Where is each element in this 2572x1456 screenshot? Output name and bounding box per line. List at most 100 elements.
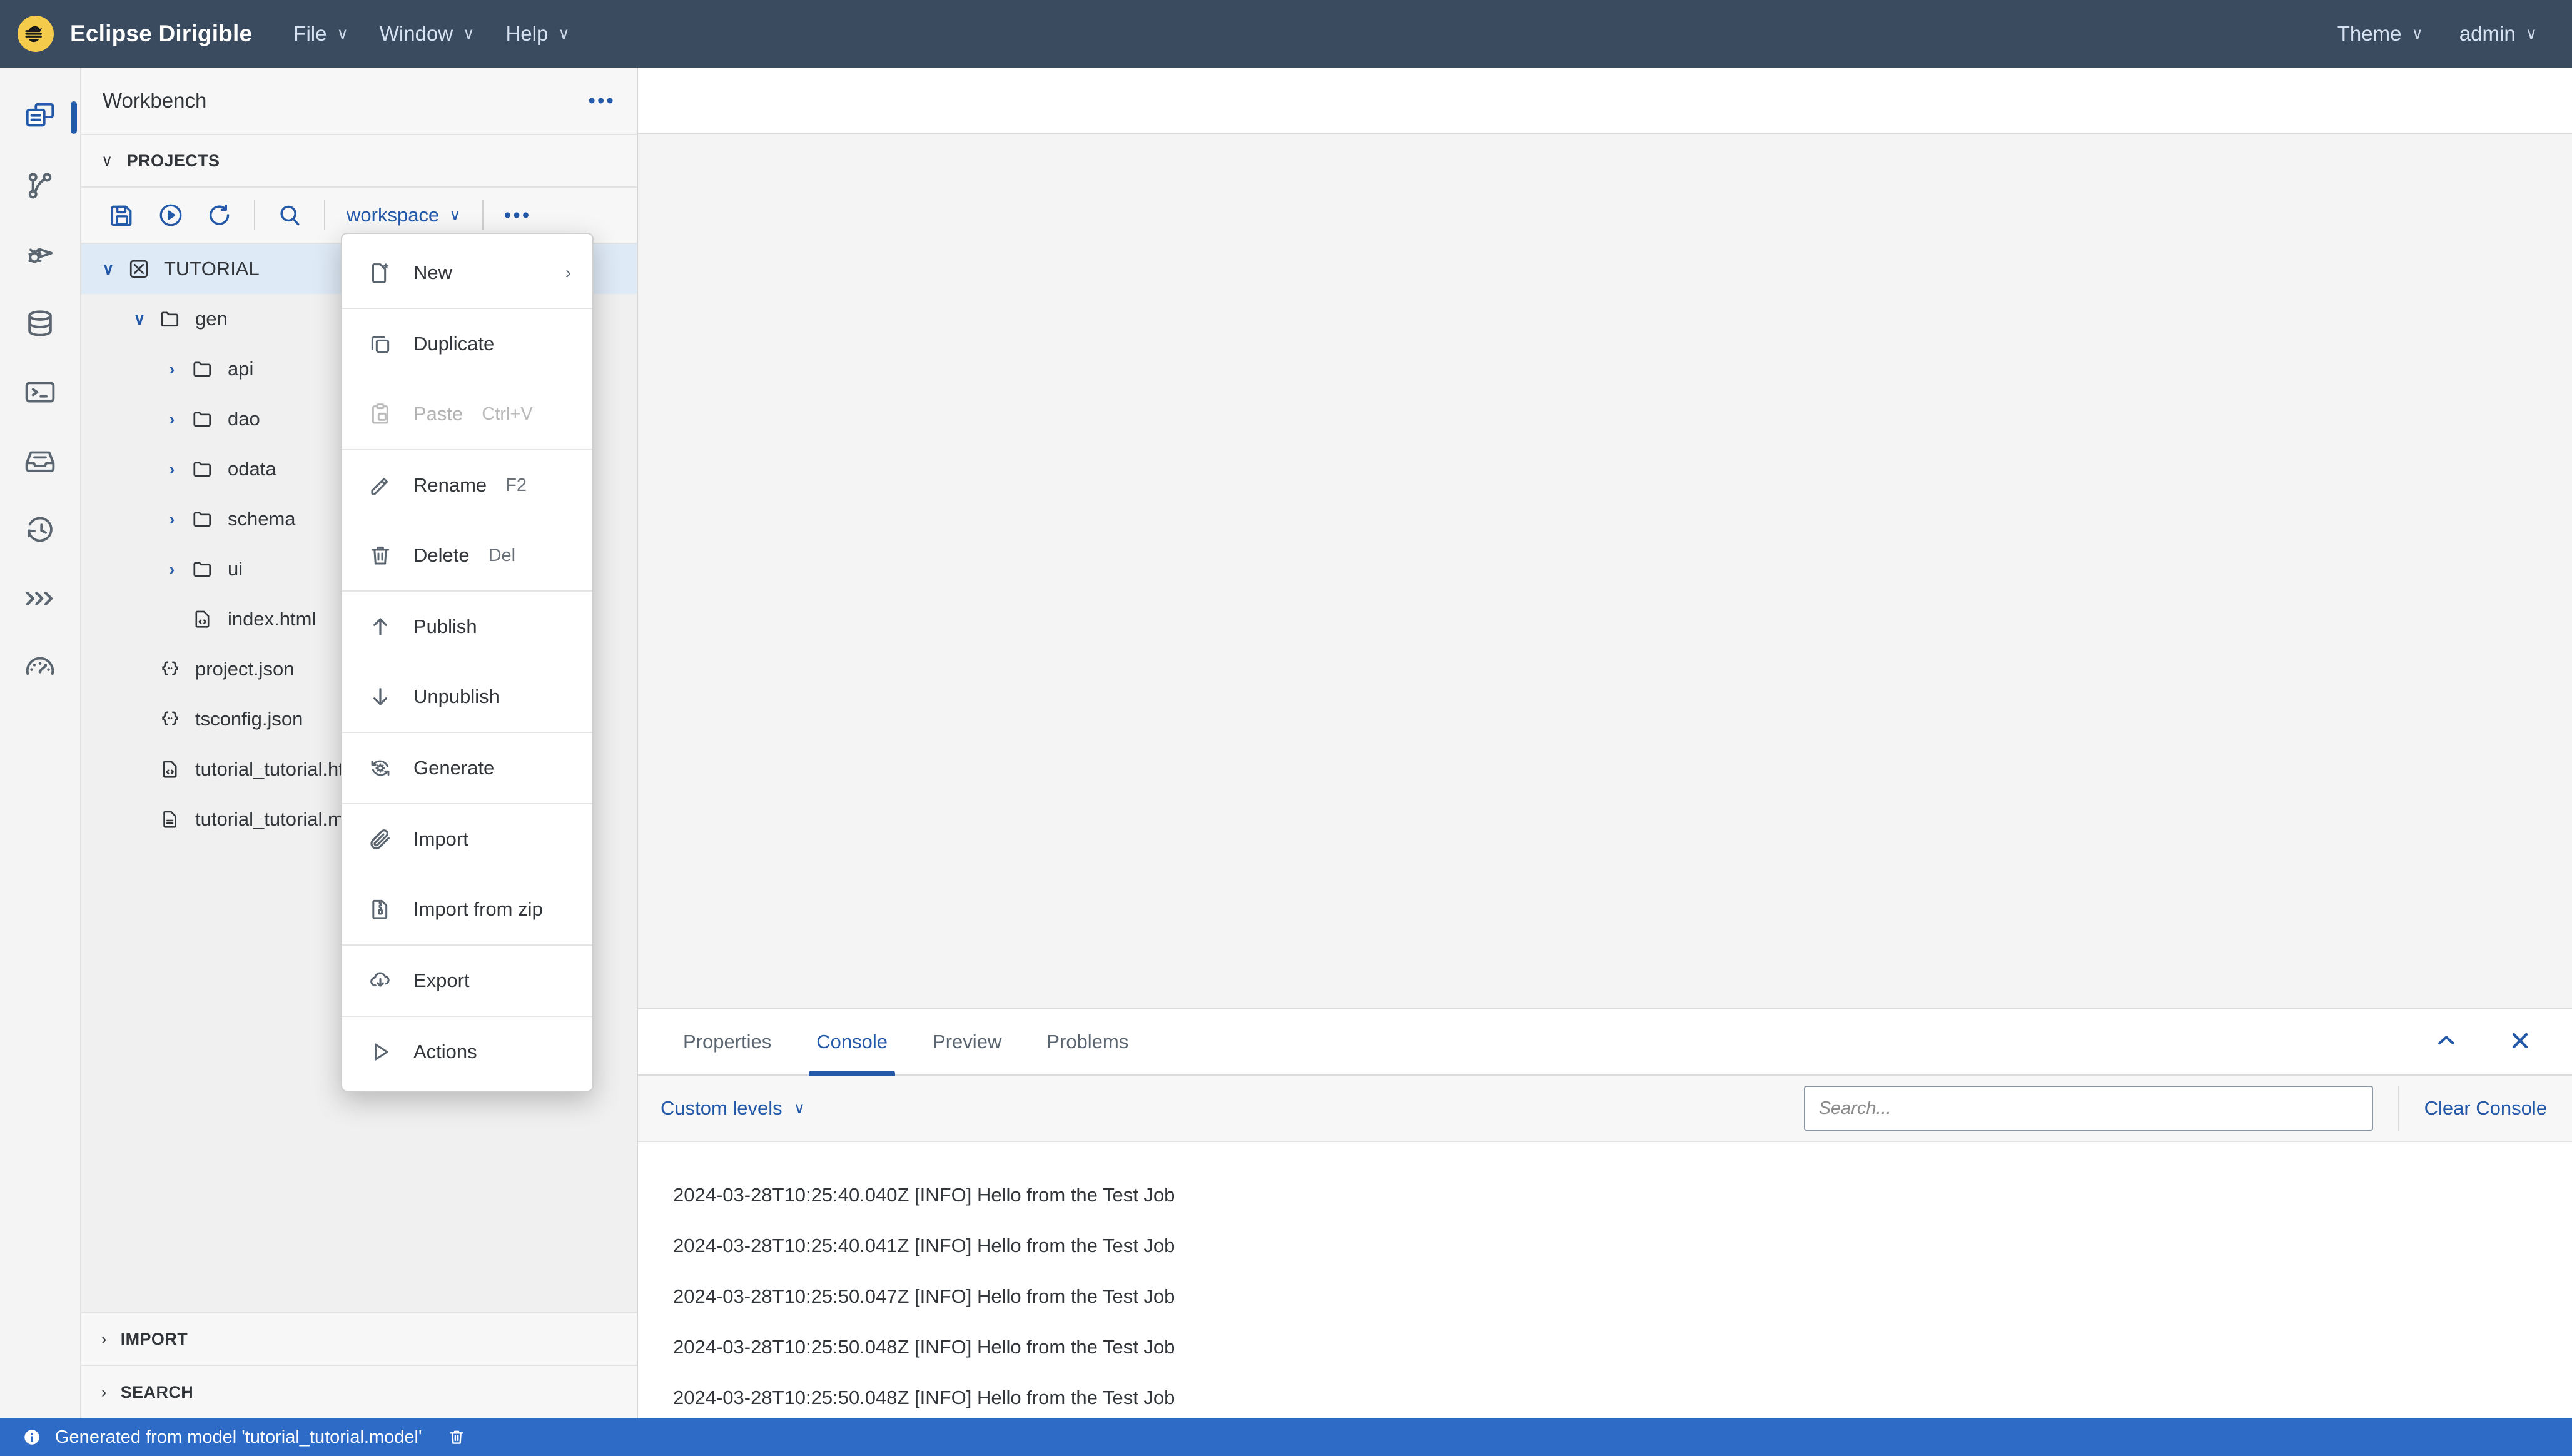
section-import[interactable]: › IMPORT [81,1313,637,1366]
pencil-icon [363,473,397,498]
tree-indent-spacer: › [125,810,154,829]
chevron-down-icon[interactable]: ∨ [125,310,154,329]
context-menu-item-export[interactable]: Export [342,946,592,1016]
sidebar-item-debugger[interactable] [0,220,81,289]
chevron-right-icon: › [101,1383,107,1401]
main-area: Properties Console Preview Problems Cust… [638,68,2572,1418]
tab-preview[interactable]: Preview [910,1009,1024,1074]
menu-theme-label: Theme [2337,22,2402,45]
chevron-right-icon[interactable]: › [158,510,186,529]
context-menu-item-label: Rename [413,474,487,496]
database-icon [23,306,57,340]
context-menu-item-shortcut: F2 [505,475,527,495]
debug-icon [23,238,57,271]
tree-row-label: gen [195,308,228,330]
console-log-list[interactable]: 2024-03-28T10:25:40.040Z [INFO] Hello fr… [638,1142,2572,1418]
paste-icon [363,402,397,427]
tab-problems-label: Problems [1046,1031,1129,1053]
chevrons-right-icon [23,582,57,615]
log-levels-select[interactable]: Custom levels ∨ [661,1097,805,1120]
clear-console-button[interactable]: Clear Console [2397,1086,2547,1131]
inbox-icon [23,444,57,478]
tab-console[interactable]: Console [794,1009,910,1076]
console-search-box[interactable] [1803,1086,2373,1131]
chevron-right-icon[interactable]: › [158,460,186,479]
tree-indent-spacer: › [125,660,154,679]
close-panel-button[interactable] [2503,1025,2537,1059]
menu-window-label: Window [379,22,453,45]
context-menu-item-generate[interactable]: Generate [342,733,592,803]
save-button[interactable] [98,191,146,240]
html-file-icon [186,609,219,630]
context-menu-item-delete[interactable]: Delete Del [342,520,592,590]
tab-properties[interactable]: Properties [661,1009,794,1074]
dirigible-logo-icon [18,16,54,52]
console-search-input[interactable] [1818,1098,2358,1119]
sidebar-item-flow[interactable] [0,564,81,633]
chevron-right-icon[interactable]: › [158,410,186,429]
tree-row-label: index.html [228,608,316,630]
menu-user-admin[interactable]: admin ∨ [2459,22,2537,46]
sidebar-item-monitoring[interactable] [0,633,81,702]
tree-row-label: ui [228,558,243,580]
tree-row-label: dao [228,408,260,430]
sidebar-item-terminal[interactable] [0,358,81,427]
section-search[interactable]: › SEARCH [81,1366,637,1418]
context-menu-item-publish[interactable]: Publish [342,592,592,662]
context-menu-item-shortcut: Ctrl+V [482,403,533,424]
context-menu-item-unpublish[interactable]: Unpublish [342,662,592,732]
maximize-panel-button[interactable] [2429,1025,2463,1059]
bottom-panel: Properties Console Preview Problems Cust… [638,1009,2572,1418]
bottom-panel-actions [2429,1009,2572,1074]
menu-window[interactable]: Window ∨ [380,22,475,46]
zip-file-icon [363,897,397,922]
context-menu-item-rename[interactable]: Rename F2 [342,450,592,520]
context-menu-item-import-from-zip[interactable]: Import from zip [342,874,592,944]
context-menu-item-paste: Paste Ctrl+V [342,379,592,449]
log-levels-label: Custom levels [661,1097,782,1119]
chevron-right-icon[interactable]: › [158,360,186,379]
context-menu-item-actions[interactable]: Actions [342,1017,592,1087]
chevron-right-icon[interactable]: › [158,560,186,579]
search-button[interactable] [265,191,314,240]
refresh-icon [206,201,233,229]
section-projects-label: PROJECTS [126,151,220,170]
sidebar-item-workbench[interactable] [0,83,81,151]
context-menu-item-duplicate[interactable]: Duplicate [342,309,592,379]
editor-canvas[interactable] [638,134,2572,1009]
publish-all-button[interactable] [146,191,195,240]
git-branch-icon [23,169,57,203]
dirigible-ide-window: Eclipse Dirigible File ∨ Window ∨ Help ∨… [0,0,2572,1456]
context-menu-item-new[interactable]: New › [342,238,592,308]
folder-icon [186,408,219,430]
editor-tab-strip[interactable] [638,68,2572,134]
toolbar-divider [324,200,325,230]
explorer-overflow-button[interactable]: ••• [588,89,615,113]
tab-problems[interactable]: Problems [1024,1009,1151,1074]
trash-icon[interactable] [447,1428,466,1447]
project-context-menu: New › Duplicate Paste Ctrl+V Rename F2 D… [341,233,594,1092]
sidebar-item-repository[interactable] [0,427,81,495]
context-menu-item-import[interactable]: Import [342,804,592,874]
context-menu-item-label: New [413,261,453,283]
menu-theme[interactable]: Theme ∨ [2337,22,2423,46]
sidebar-item-database[interactable] [0,289,81,358]
log-line: 2024-03-28T10:25:40.041Z [INFO] Hello fr… [673,1234,1175,1256]
menu-file[interactable]: File ∨ [293,22,348,46]
workspace-select[interactable]: workspace ∨ [335,204,472,226]
sidebar-item-git[interactable] [0,151,81,220]
section-search-label: SEARCH [120,1382,194,1402]
chevron-down-icon: ∨ [2525,24,2537,43]
play-triangle-icon [363,1039,397,1064]
sidebar-item-jobs[interactable] [0,495,81,564]
chevron-down-icon[interactable]: ∨ [94,260,123,279]
section-projects[interactable]: ∨ PROJECTS [81,135,637,188]
workbench-icon [23,100,57,134]
context-menu-item-label: Delete [413,544,470,566]
refresh-button[interactable] [195,191,244,240]
menu-help[interactable]: Help ∨ [505,22,569,46]
tree-row-label: odata [228,458,276,480]
clear-console-label: Clear Console [2424,1097,2547,1119]
tree-row-label: tsconfig.json [195,708,303,730]
copy-icon [363,331,397,356]
